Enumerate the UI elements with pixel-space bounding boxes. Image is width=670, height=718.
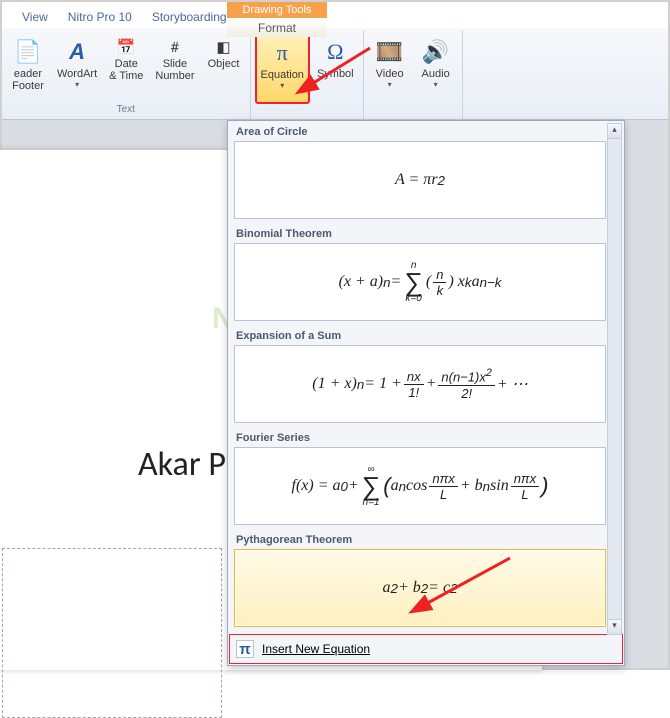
ribbon-tabs: View Nitro Pro 10 Storyboarding [2,2,668,28]
gallery-item-area-circle[interactable]: Area of Circle A = πr2 [234,123,606,219]
ribbon: 📄eader Footer AWordArt▾ 📅Date & Time #️S… [2,28,668,120]
group-label-symbols [305,104,308,117]
equation-preview: A = πr2 [234,141,606,219]
date-time-button[interactable]: 📅Date & Time [104,32,148,104]
header-footer-button[interactable]: 📄eader Footer [6,32,50,104]
chevron-down-icon: ▾ [388,80,392,89]
gallery-item-expansion[interactable]: Expansion of a Sum (1 + x)n = 1 + nx1! +… [234,327,606,423]
tab-storyboarding[interactable]: Storyboarding [142,6,237,28]
chevron-down-icon: ▾ [75,80,79,89]
equation-preview: a2 + b2 = c2 [234,549,606,627]
gallery-item-fourier[interactable]: Fourier Series f(x) = a0 + ∞∑n=1 (an cos… [234,429,606,525]
number-icon: #️ [164,36,186,58]
gallery-item-pythagorean[interactable]: Pythagorean Theorem a2 + b2 = c2 [234,531,606,627]
tab-view[interactable]: View [12,6,58,28]
wordart-button[interactable]: AWordArt▾ [52,32,102,104]
header-footer-icon: 📄 [12,36,44,68]
audio-icon: 🔊 [420,36,452,68]
contextual-tab-title: Drawing Tools [227,2,327,18]
gallery-item-binomial[interactable]: Binomial Theorem (x + a)n = n∑k=0 (nk) x… [234,225,606,321]
slide-number-button[interactable]: #️Slide Number [150,32,199,104]
tab-format[interactable]: Format [227,19,327,37]
scroll-down-icon[interactable]: ▾ [608,619,621,634]
equation-preview: f(x) = a0 + ∞∑n=1 (an cosnπxL + bn sinnπ… [234,447,606,525]
equation-button[interactable]: πEquation▾ [255,32,310,104]
omega-icon: Ω [319,36,351,68]
content-placeholder[interactable] [2,548,222,718]
calendar-icon: 📅 [115,36,137,58]
tab-nitro[interactable]: Nitro Pro 10 [58,6,142,28]
scroll-up-icon[interactable]: ▴ [608,124,621,139]
object-button[interactable]: ◧Object [202,32,246,104]
equation-gallery: Area of Circle A = πr2 Binomial Theorem … [227,120,625,666]
pi-icon: π [236,640,254,658]
pi-icon: π [266,37,298,69]
equation-preview: (1 + x)n = 1 + nx1! + n(n−1)x22! + ⋯ [234,345,606,423]
chevron-down-icon: ▾ [434,80,438,89]
slide-title-text[interactable]: Akar P [138,444,226,485]
video-button[interactable]: 🎞️Video▾ [368,32,412,104]
object-icon: ◧ [213,36,235,58]
group-label-text: Text [117,104,135,117]
chevron-down-icon: ▾ [280,81,284,90]
audio-button[interactable]: 🔊Audio▾ [414,32,458,104]
wordart-icon: A [61,36,93,68]
symbol-button[interactable]: ΩSymbol [312,32,359,104]
insert-new-equation[interactable]: π Insert New Equation [229,634,623,664]
video-icon: 🎞️ [374,36,406,68]
scrollbar[interactable]: ▴ ▾ [607,123,622,635]
equation-preview: (x + a)n = n∑k=0 (nk) xkan−k [234,243,606,321]
group-label-media [411,104,414,117]
